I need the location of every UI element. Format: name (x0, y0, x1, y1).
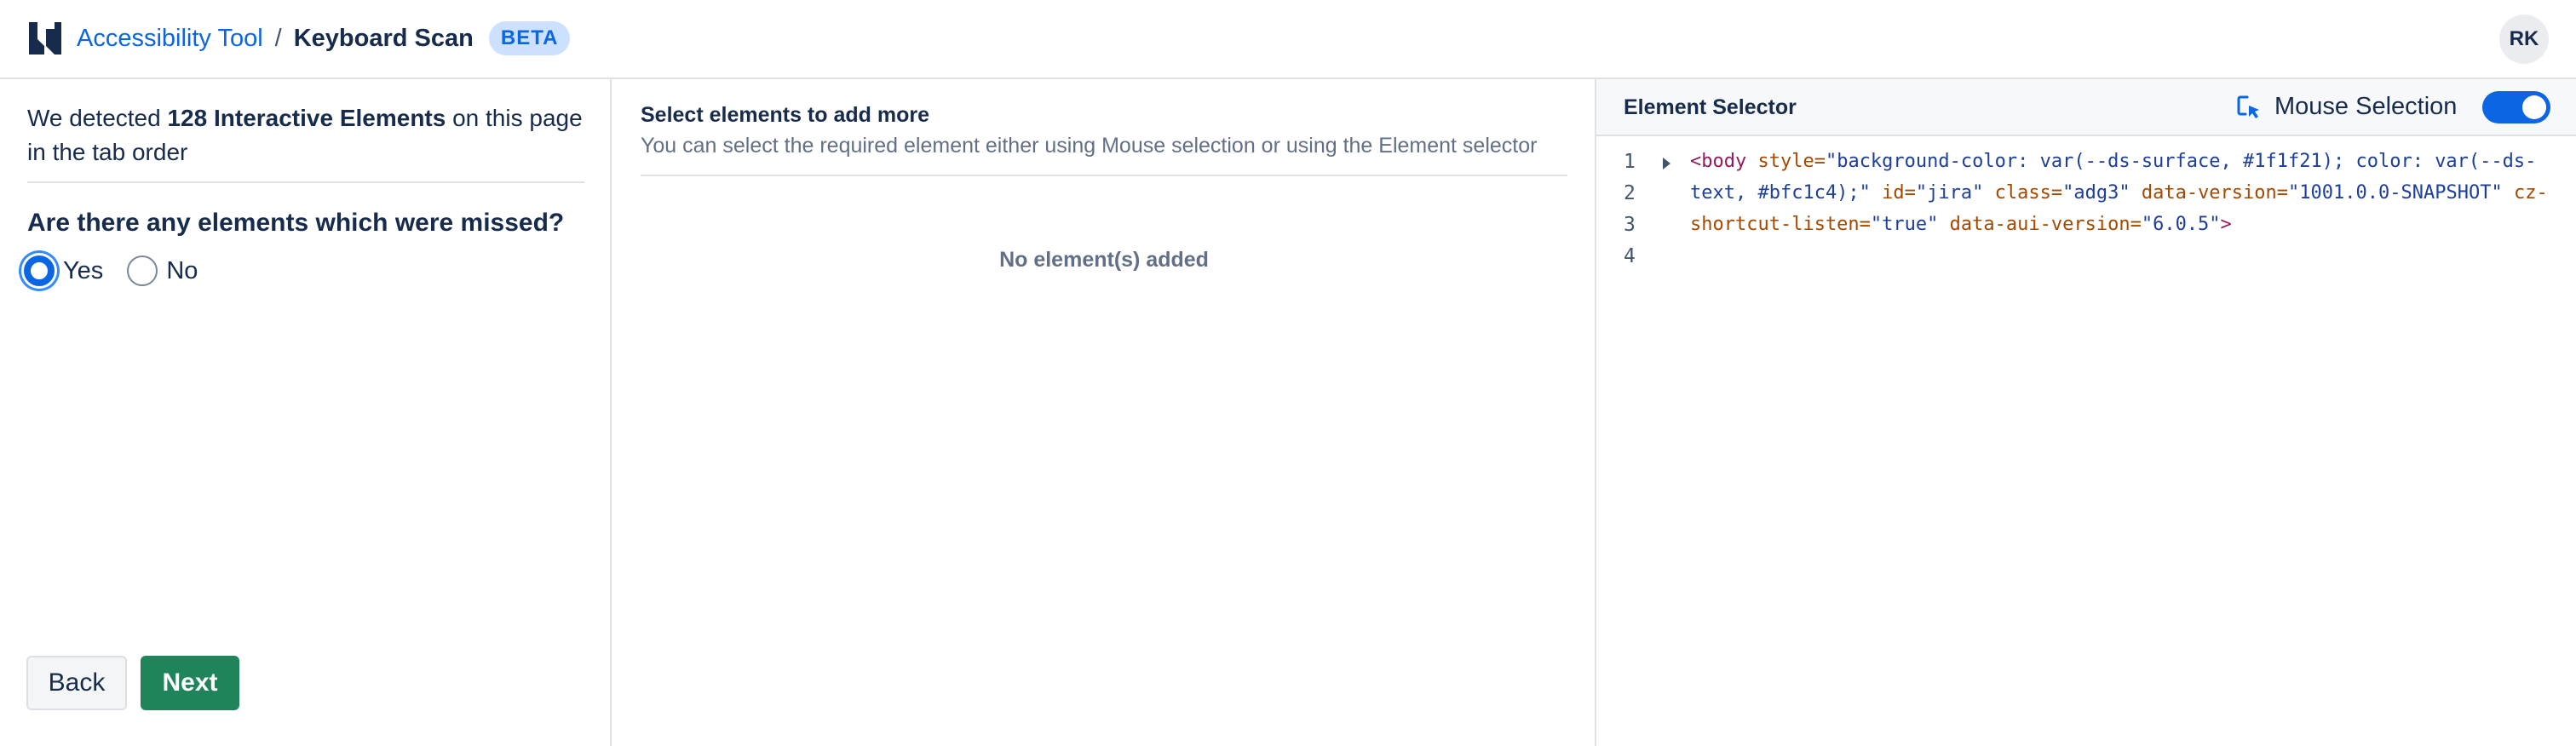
divider (641, 175, 1567, 176)
code-line[interactable]: text, #bfc1c4);" id="jira" class="adg3" … (1690, 177, 2559, 209)
jira-logo-icon[interactable] (27, 20, 63, 56)
code-line[interactable]: shortcut-listen="true" data-aui-version=… (1690, 209, 2559, 240)
added-elements-panel: Select elements to add more You can sele… (612, 79, 1596, 746)
mouse-selection-toggle[interactable] (2482, 91, 2550, 123)
next-button[interactable]: Next (141, 656, 239, 710)
code-tag: <body (1690, 151, 1747, 172)
added-elements-title: Select elements to add more (641, 103, 930, 127)
breadcrumb-app-link[interactable]: Accessibility Tool (77, 25, 263, 53)
line-number: 2 (1624, 182, 1636, 204)
code-value: "true" (1870, 214, 1939, 235)
radio-no[interactable]: No (127, 255, 198, 286)
line-number: 4 (1624, 245, 1636, 267)
code-attr: shortcut-listen= (1690, 214, 1871, 235)
breadcrumb: Accessibility Tool / Keyboard Scan BETA (77, 21, 571, 55)
beta-badge: BETA (488, 21, 571, 55)
mouse-selection-label: Mouse Selection (2274, 93, 2458, 120)
breadcrumb-separator: / (274, 24, 282, 52)
radio-yes-circle[interactable] (24, 255, 55, 286)
code-attr: data-aui-version= (1938, 214, 2142, 235)
code-value: text, #bfc1c4);" (1690, 182, 1871, 204)
code-line[interactable]: <body style="background-color: var(--ds-… (1690, 146, 2559, 177)
code-value: "jira" (1915, 182, 1984, 204)
radio-yes-label[interactable]: Yes (63, 257, 103, 285)
empty-state-text: No element(s) added (999, 248, 1209, 272)
expand-triangle-icon[interactable] (1663, 158, 1670, 169)
breadcrumb-current-page: Keyboard Scan (293, 24, 474, 52)
line-number: 3 (1624, 214, 1636, 236)
code-value: "1001.0.0-SNAPSHOT" (2288, 182, 2503, 204)
radio-yes[interactable]: Yes (24, 255, 103, 286)
detection-prefix: We detected (27, 105, 168, 131)
top-header: Accessibility Tool / Keyboard Scan BETA … (0, 0, 2576, 79)
detection-summary: We detected 128 Interactive Elements on … (27, 101, 589, 169)
back-button[interactable]: Back (26, 656, 127, 710)
toggle-knob (2522, 95, 2546, 119)
cursor-select-icon (2237, 95, 2259, 118)
scan-step-panel: We detected 128 Interactive Elements on … (0, 79, 612, 746)
radio-no-label[interactable]: No (166, 257, 198, 285)
code-attr: data-version= (2130, 182, 2289, 204)
code-tag: > (2220, 214, 2232, 235)
avatar[interactable]: RK (2499, 14, 2549, 64)
added-elements-subtitle: You can select the required element eith… (641, 134, 1538, 158)
element-selector-panel: Element Selector Mouse Selection 1 2 3 4… (1596, 79, 2576, 746)
code-attr: style= (1746, 151, 1826, 172)
code-attr: cz- (2502, 182, 2548, 204)
missed-elements-radio-group: Yes No (24, 255, 221, 286)
code-attr: id= (1870, 182, 1916, 204)
line-number: 1 (1624, 151, 1636, 173)
code-value: "adg3" (2062, 182, 2130, 204)
element-selector-title: Element Selector (1624, 95, 1797, 119)
code-attr: class= (1983, 182, 2063, 204)
element-selector-header: Element Selector Mouse Selection (1596, 79, 2576, 136)
radio-no-circle[interactable] (127, 255, 158, 286)
divider (27, 181, 584, 183)
code-value: "6.0.5" (2141, 214, 2221, 235)
missed-elements-question: Are there any elements which were missed… (27, 209, 565, 237)
detection-count: 128 Interactive Elements (167, 105, 446, 131)
code-value: "background-color: var(--ds-surface, #1f… (1825, 151, 2537, 172)
